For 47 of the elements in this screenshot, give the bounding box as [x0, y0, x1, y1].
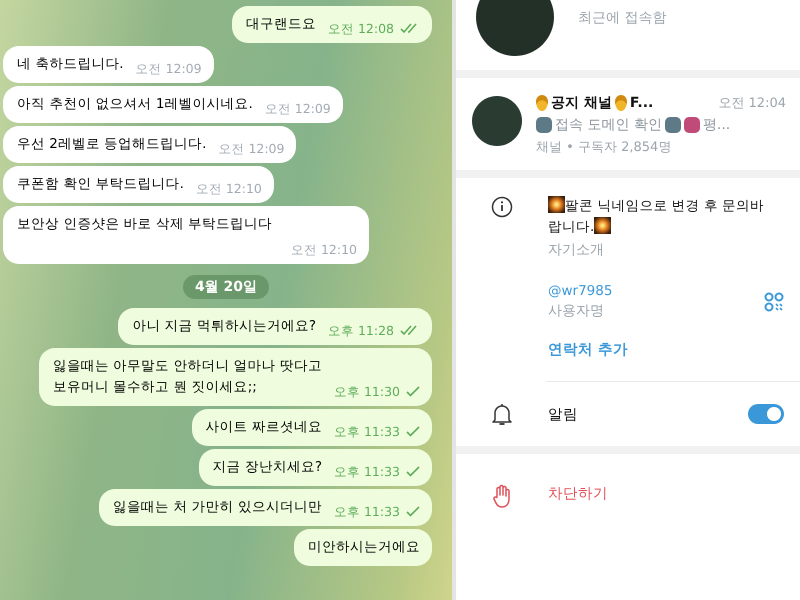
message-text: 대구랜드요 — [246, 15, 316, 34]
message-time: 오후 11:33 — [334, 423, 400, 441]
message-text: 네 축하드립니다. — [17, 55, 124, 74]
channel-preview: 접속 도메인 확인 — [555, 116, 662, 134]
message-time: 오후 11:28 — [328, 322, 394, 340]
notifications-toggle[interactable] — [748, 404, 784, 424]
message-text: 쿠폰함 확인 부탁드립니다. — [17, 175, 184, 194]
notifications-label: 알림 — [548, 406, 579, 424]
channel-subtitle: 채널 • 구독자 2,854명 — [536, 139, 672, 156]
message-time: 오전 12:09 — [264, 100, 331, 118]
message-time: 오전 12:09 — [136, 60, 202, 78]
message-text: 아직 추천이 없으셔서 1레벨이시네요. — [17, 95, 253, 114]
message-text: 잃을때는 처 가만히 있으시더니만 — [113, 498, 322, 517]
message-time: 오전 12:10 — [291, 241, 357, 259]
date-badge: 4월 20일 — [182, 275, 270, 299]
channel-name-tail: F... — [630, 95, 654, 111]
message-time: 오전 12:09 — [218, 140, 284, 158]
message-text: 우선 2레벨로 등업해드립니다. — [17, 135, 206, 154]
message-text: 아니 지금 먹튀하시는거에요? — [132, 317, 316, 336]
bio-label: 자기소개 — [548, 241, 605, 259]
message-time: 오후 11:33 — [334, 503, 400, 521]
sparkle-icon — [594, 217, 612, 234]
channel-time: 오전 12:04 — [718, 95, 786, 112]
bio-text: 팔콘 닉네임으로 변경 후 문의바랍니다. — [548, 196, 766, 237]
last-seen-status: 최근에 접속함 — [578, 9, 666, 27]
hand-icon — [492, 484, 512, 508]
channel-avatar — [472, 96, 522, 146]
message-text: 지금 장난치세요? — [212, 458, 322, 477]
sparkle-icon — [548, 196, 565, 213]
info-icon — [491, 196, 513, 218]
message-text: 보안상 인증샷은 바로 삭제 부탁드립니다 — [17, 215, 274, 234]
message-time: 오후 11:33 — [334, 463, 400, 481]
add-contact-button[interactable]: 연락처 추가 — [548, 340, 628, 359]
block-user-link[interactable]: 차단하기 — [548, 484, 608, 503]
channel-preview-tail: 평... — [702, 116, 730, 134]
message-time: 오후 11:30 — [334, 383, 400, 401]
channel-item[interactable]: 공지 채널 F... 오전 12:04 접속 도메인 확인 평... 채널 • 구독자 2,854명 — [456, 78, 800, 170]
message-text: 미안하시는거에요 — [308, 538, 420, 557]
message-text: 사이트 짜르셧네요 — [206, 418, 322, 437]
qr-code-icon[interactable] — [764, 292, 784, 312]
message-time: 오전 12:08 — [328, 20, 394, 38]
username-label: 사용자명 — [548, 302, 605, 320]
username-link[interactable]: @wr7985 — [548, 283, 764, 299]
message-text: 잃을때는 아무말도 안하더니 얼마나 땃다고 보유머니 몰수하고 뭔 짓이세요;; — [52, 357, 322, 397]
bell-icon — [491, 402, 513, 426]
channel-name: 공지 채널 — [551, 94, 612, 112]
message-time: 오전 12:10 — [196, 180, 262, 198]
